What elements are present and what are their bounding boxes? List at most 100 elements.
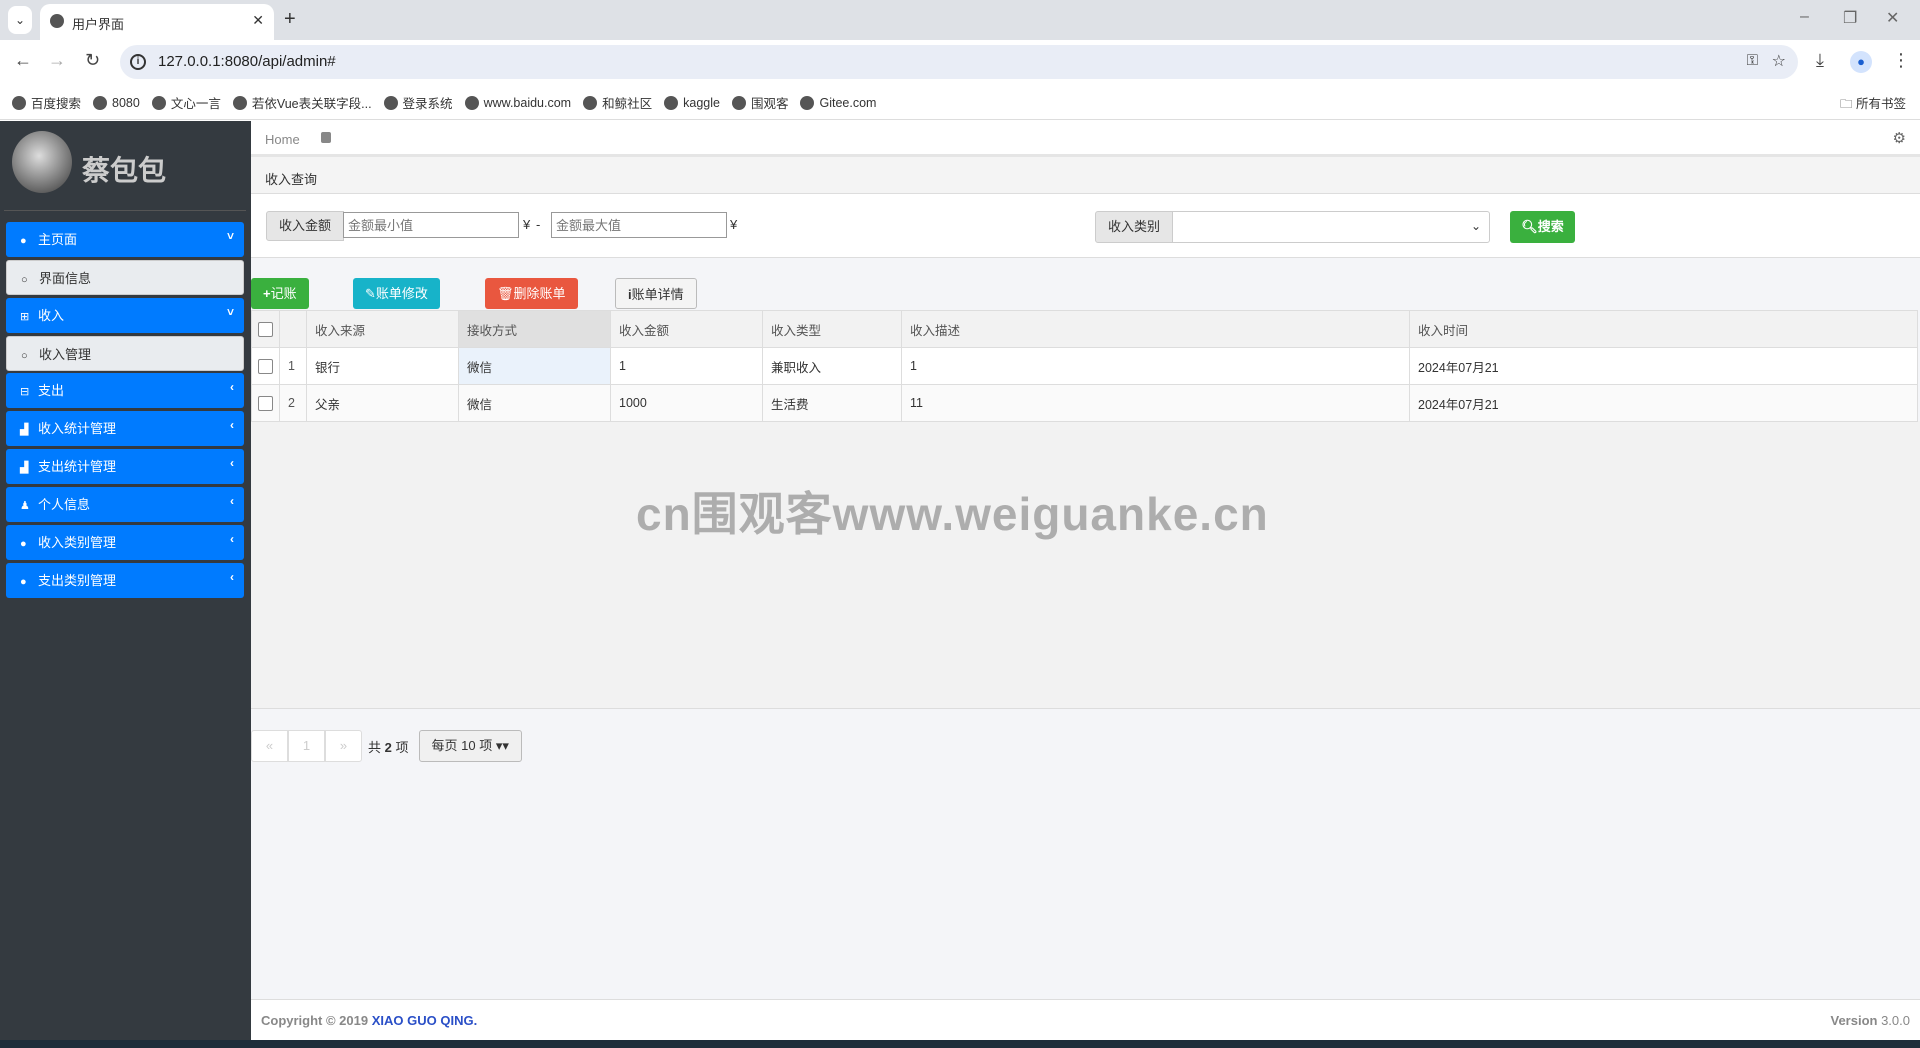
sidebar-item[interactable]: ○界面信息 (6, 260, 244, 295)
column-header[interactable]: 收入来源 (307, 311, 459, 348)
browser-tab-bar: ⌄ 用户界面 ✕ + – ❐ ✕ (0, 0, 1920, 40)
search-button[interactable]: 🔍︎搜索 (1510, 211, 1575, 243)
page-1-button[interactable]: 1 (288, 730, 325, 762)
bookmark-item[interactable]: 围观客 (732, 93, 789, 112)
circle-icon: ● (20, 565, 34, 600)
bookmark-favicon-icon (12, 96, 26, 110)
bookmark-item[interactable]: Gitee.com (800, 96, 876, 110)
forward-icon[interactable]: → (48, 50, 66, 71)
restore-button[interactable]: ❐ (1843, 8, 1857, 28)
profile-icon[interactable]: ● (1850, 51, 1872, 73)
menu-icon[interactable]: ⋮ (1892, 50, 1910, 71)
url-text[interactable]: 127.0.0.1:8080/api/admin# (158, 53, 336, 70)
pagination: « 1 » 共 2 项 每页 10 项 ▾▾ (251, 730, 522, 762)
bookmark-favicon-icon (732, 96, 746, 110)
sidebar-item[interactable]: ⊞收入˅ (6, 298, 244, 333)
column-header[interactable]: 收入类型 (763, 311, 902, 348)
table-cell: 微信 (459, 348, 611, 385)
globe-icon (50, 14, 64, 28)
trash-icon: 🗑︎ (497, 286, 514, 301)
income-table: 收入来源 接收方式 收入金额 收入类型 收入描述 收入时间 1银行微信1兼职收入… (251, 310, 1918, 422)
search-form: 收入金额 ¥ - ¥ 收入类别 ⌄ 🔍︎搜索 (251, 194, 1920, 258)
chevron-left-icon: ‹ (230, 370, 234, 405)
bookmark-favicon-icon (152, 96, 166, 110)
bookmark-item[interactable]: 和鲸社区 (583, 93, 652, 112)
watermark: cn围观客www.weiguanke.cn (636, 478, 1269, 544)
bookmark-item[interactable]: www.baidu.com (465, 96, 572, 110)
footer: Copyright © 2019 XIAO GUO QING. Version … (251, 999, 1920, 1040)
close-window-button[interactable]: ✕ (1886, 8, 1899, 28)
back-icon[interactable]: ← (14, 50, 32, 71)
star-icon[interactable]: ☆ (1772, 51, 1786, 71)
taskbar (0, 1040, 1920, 1048)
row-checkbox[interactable] (258, 359, 273, 374)
page-size-dropdown[interactable]: 每页 10 项 ▾▾ (419, 730, 522, 762)
sidebar-item[interactable]: ♟个人信息‹ (6, 487, 244, 522)
column-header[interactable]: 收入时间 (1410, 311, 1918, 348)
bookmark-item[interactable]: 8080 (93, 96, 140, 110)
edit-icon: ✎ (365, 286, 376, 301)
select-all-checkbox[interactable] (258, 322, 273, 337)
chevron-left-icon: ‹ (230, 522, 234, 557)
chevron-left-icon: ‹ (230, 560, 234, 595)
bookmark-item[interactable]: 登录系统 (384, 93, 453, 112)
column-header[interactable]: 收入金额 (611, 311, 763, 348)
apple-icon: ● (20, 224, 34, 259)
amount-label: 收入金额 (266, 211, 344, 241)
category-select[interactable]: ⌄ (1172, 211, 1490, 243)
edit-record-button[interactable]: ✎账单修改 (353, 278, 440, 309)
select-all-cell (252, 311, 280, 348)
key-icon[interactable]: ⚿ (1747, 52, 1758, 69)
all-bookmarks[interactable]: 🗀 所有书签 (1840, 93, 1906, 116)
search-icon: 🔍︎ (1521, 219, 1538, 234)
caret-down-icon: ▾▾ (496, 738, 509, 753)
browser-tab[interactable]: 用户界面 ✕ (40, 4, 274, 40)
bookmark-favicon-icon (800, 96, 814, 110)
author-link[interactable]: XIAO GUO QING. (372, 1013, 477, 1028)
prev-page-button[interactable]: « (251, 730, 288, 762)
record-detail-button[interactable]: i账单详情 (615, 278, 697, 309)
sidebar-item[interactable]: ▟收入统计管理‹ (6, 411, 244, 446)
column-header[interactable]: 接收方式 (459, 311, 611, 348)
sidebar-item[interactable]: ●收入类别管理‹ (6, 525, 244, 560)
sidebar-item[interactable]: ⊟支出‹ (6, 373, 244, 408)
bookmark-item[interactable]: 若依Vue表关联字段... (233, 93, 372, 112)
add-record-button[interactable]: +记账 (251, 278, 309, 309)
bookmark-item[interactable]: 百度搜索 (12, 93, 81, 112)
divider (4, 210, 246, 211)
address-bar[interactable]: i 127.0.0.1:8080/api/admin# ⚿ ☆ (120, 45, 1798, 79)
next-page-button[interactable]: » (325, 730, 362, 762)
bookmark-item[interactable]: 文心一言 (152, 93, 221, 112)
table-cell: 1000 (611, 385, 763, 422)
sidebar-item[interactable]: ●支出类别管理‹ (6, 563, 244, 598)
sidebar-item[interactable]: ▟支出统计管理‹ (6, 449, 244, 484)
tab-list-button[interactable]: ⌄ (8, 6, 32, 34)
bookmark-favicon-icon (583, 96, 597, 110)
column-header[interactable]: 收入描述 (902, 311, 1410, 348)
sidebar-item[interactable]: ○收入管理 (6, 336, 244, 371)
table-cell: 1 (902, 348, 1410, 385)
download-icon[interactable]: ⤓ (1816, 50, 1824, 71)
close-tab-icon[interactable]: ✕ (252, 12, 264, 29)
lock-icon (321, 132, 331, 143)
min-amount-input[interactable] (343, 212, 519, 238)
table-row[interactable]: 1银行微信1兼职收入12024年07月21 (252, 348, 1918, 385)
table-cell: 2024年07月21 (1410, 348, 1918, 385)
delete-record-button[interactable]: 🗑︎删除账单 (485, 278, 578, 309)
bookmark-favicon-icon (233, 96, 247, 110)
new-tab-button[interactable]: + (284, 8, 296, 31)
table-header-row: 收入来源 接收方式 收入金额 收入类型 收入描述 收入时间 (252, 311, 1918, 348)
row-checkbox[interactable] (258, 396, 273, 411)
site-info-icon[interactable]: i (130, 54, 146, 70)
bookmark-item[interactable]: kaggle (664, 96, 720, 110)
breadcrumb-home[interactable]: Home (265, 132, 300, 147)
table-cell: 2024年07月21 (1410, 385, 1918, 422)
minimize-button[interactable]: – (1800, 8, 1809, 26)
bookmark-favicon-icon (93, 96, 107, 110)
max-amount-input[interactable] (551, 212, 727, 238)
reload-icon[interactable]: ↻ (85, 50, 100, 71)
user-icon: ♟ (20, 489, 34, 524)
sidebar-item[interactable]: ●主页面˅ (6, 222, 244, 257)
gear-icon[interactable]: ⚙ (1893, 129, 1906, 147)
table-row[interactable]: 2父亲微信1000生活费112024年07月21 (252, 385, 1918, 422)
